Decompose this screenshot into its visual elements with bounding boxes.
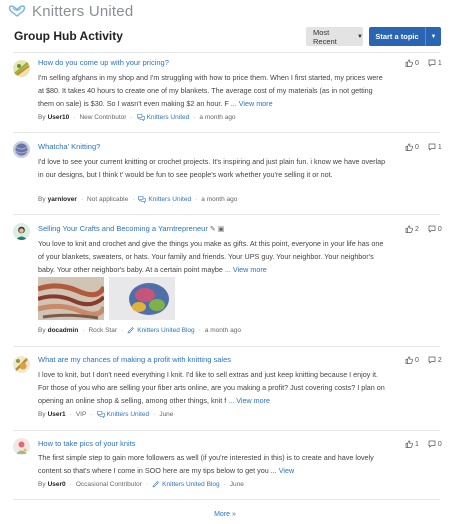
author-link[interactable]: User10 <box>48 114 70 121</box>
replies-count[interactable]: 1 <box>428 143 442 151</box>
blog-icon: ✎ <box>209 226 216 233</box>
view-more-link[interactable]: ... View more <box>223 265 267 274</box>
avatar[interactable] <box>13 438 30 455</box>
post-title[interactable]: What are my chances of making a profit w… <box>38 355 231 364</box>
thumbs-up-icon <box>405 59 413 67</box>
thumbs-up-icon <box>405 225 413 233</box>
replies-count[interactable]: 1 <box>428 59 442 67</box>
post-time: a month ago <box>201 196 238 203</box>
post-excerpt: I'm selling afghans in my shop and I'm s… <box>38 73 383 108</box>
board-icon <box>136 114 145 121</box>
post-meta: By docadmin · Rock Star · Knitters United B… <box>38 327 241 334</box>
post-time: a month ago <box>199 114 236 121</box>
divider <box>13 52 440 53</box>
author-rank: VIP <box>75 411 87 418</box>
replies-count[interactable]: 0 <box>428 225 442 233</box>
comment-icon <box>428 225 436 233</box>
post-stats: 0 1 <box>405 59 442 67</box>
author-rank: New Contributor <box>79 114 127 121</box>
replies-count[interactable]: 0 <box>428 440 442 448</box>
post-title[interactable]: Whatcha' Knitting? <box>38 142 100 151</box>
avatar[interactable] <box>13 141 30 158</box>
likes-count[interactable]: 1 <box>405 440 419 448</box>
post-thumbnail[interactable] <box>109 277 175 320</box>
likes-count[interactable]: 0 <box>405 356 419 364</box>
author-link[interactable]: User0 <box>48 481 66 488</box>
author-rank: Occasional Contributor <box>75 481 142 488</box>
view-more-link[interactable]: View <box>279 466 294 475</box>
replies-count[interactable]: 2 <box>428 356 442 364</box>
post-meta: By User0 · Occasional Contributor · Knitter… <box>38 481 244 488</box>
post-stats: 0 1 <box>405 143 442 151</box>
start-topic-button[interactable]: Start a topic ▼ <box>369 27 441 46</box>
post-excerpt: I love to knit, but I don't need everyth… <box>38 370 385 405</box>
board-link[interactable]: Knitters United <box>136 114 189 121</box>
divider <box>13 214 440 215</box>
blog-icon <box>152 481 159 488</box>
post-time: June <box>229 481 244 488</box>
comment-icon <box>428 143 436 151</box>
thumbs-up-icon <box>405 440 413 448</box>
author-link[interactable]: docadmin <box>48 327 79 334</box>
more-link[interactable]: More » <box>0 511 450 518</box>
post-stats: 2 0 <box>405 225 442 233</box>
divider <box>13 499 440 500</box>
avatar[interactable] <box>13 223 30 240</box>
page-title: Group Hub Activity <box>14 29 123 43</box>
divider <box>13 430 440 431</box>
avatar[interactable] <box>13 60 30 77</box>
post-images <box>38 277 180 320</box>
view-more-link[interactable]: ... View more <box>226 396 270 405</box>
post-title[interactable]: Selling Your Crafts and Becoming a Yarnt… <box>38 224 224 233</box>
post-title[interactable]: How to take pics of your knits <box>38 439 136 448</box>
board-link[interactable]: Knitters United <box>96 411 149 418</box>
avatar[interactable] <box>13 356 30 373</box>
author-link[interactable]: yarnlover <box>48 196 77 203</box>
brand[interactable]: Knitters United <box>8 2 133 20</box>
board-link[interactable]: Knitters United Blog <box>152 481 220 488</box>
sort-dropdown[interactable]: Most Recent ▼ <box>306 27 363 46</box>
author-link[interactable]: User1 <box>48 411 66 418</box>
board-link[interactable]: Knitters United Blog <box>127 327 195 334</box>
sort-label: Most Recent <box>313 27 337 46</box>
knitters-logo-icon <box>8 5 26 17</box>
comment-icon <box>428 440 436 448</box>
likes-count[interactable]: 0 <box>405 59 419 67</box>
thumbs-up-icon <box>405 143 413 151</box>
likes-count[interactable]: 2 <box>405 225 419 233</box>
post-thumbnail[interactable] <box>38 277 104 320</box>
thumbs-up-icon <box>405 356 413 364</box>
post-meta: By User1 · VIP · Knitters United · June <box>38 411 174 418</box>
divider <box>13 346 440 347</box>
post-meta: By User10 · New Contributor · Knitters Unit… <box>38 114 236 121</box>
comment-icon <box>428 59 436 67</box>
author-rank: Rock Star <box>88 327 118 334</box>
caret-down-icon: ▼ <box>357 33 363 40</box>
post-excerpt: I'd love to see your current knitting or… <box>38 157 386 179</box>
likes-count[interactable]: 0 <box>405 143 419 151</box>
post-stats: 1 0 <box>405 440 442 448</box>
post-stats: 0 2 <box>405 356 442 364</box>
author-rank: Not applicable <box>87 196 129 203</box>
post-time: June <box>159 411 174 418</box>
post-excerpt: The first simple step to gain more follo… <box>38 453 374 475</box>
start-topic-label[interactable]: Start a topic <box>369 27 426 46</box>
post-excerpt: You love to knit and crochet and give th… <box>38 239 384 274</box>
caret-down-icon[interactable]: ▼ <box>426 27 441 46</box>
post-meta: By yarnlover · Not applicable · Knitters Un… <box>38 196 238 203</box>
post-title[interactable]: How do you come up with your pricing? <box>38 58 169 67</box>
view-more-link[interactable]: ... View more <box>229 99 273 108</box>
board-icon <box>96 411 105 418</box>
comment-icon <box>428 356 436 364</box>
divider <box>13 132 440 133</box>
brand-name: Knitters United <box>32 2 134 20</box>
board-icon <box>138 196 147 203</box>
post-time: a month ago <box>204 327 241 334</box>
board-link[interactable]: Knitters United <box>138 196 191 203</box>
blog-icon <box>127 327 135 334</box>
image-icon: ▣ <box>217 226 225 233</box>
